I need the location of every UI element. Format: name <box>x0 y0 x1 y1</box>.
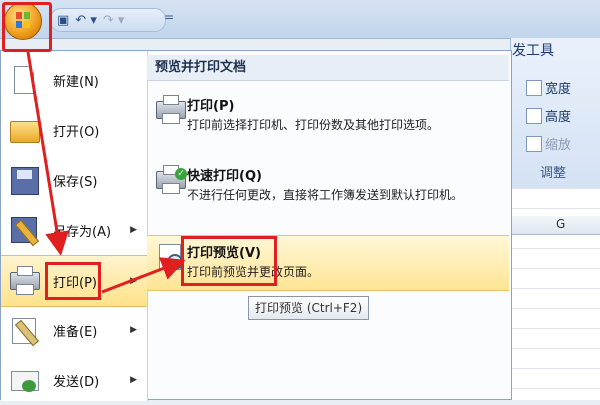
office-button-highlight <box>2 2 52 52</box>
menu-item-print[interactable]: 打印(P) ▶ <box>1 255 147 307</box>
customize-qat-button[interactable]: = <box>164 10 174 24</box>
menu-item-label: 另存为(A) <box>53 224 112 240</box>
option-title: 打印(P) <box>187 99 235 114</box>
scale-icon <box>526 135 542 152</box>
menu-left-column: 新建(N) 打开(O) 保存(S) 另存为(A) ▶ 打印(P) ▶ 准备(E)… <box>1 51 148 401</box>
height-command[interactable]: 高度 <box>526 106 571 125</box>
quick-print-icon: ✓ <box>156 165 187 194</box>
menu-item-prepare[interactable]: 准备(E) ▶ <box>1 305 147 355</box>
menu-item-label: 保存(S) <box>53 174 98 190</box>
menu-item-label: 发送(D) <box>53 374 100 390</box>
office-menu: 新建(N) 打开(O) 保存(S) 另存为(A) ▶ 打印(P) ▶ 准备(E)… <box>0 50 512 401</box>
menu-item-save[interactable]: 保存(S) <box>1 155 147 205</box>
height-icon <box>526 107 542 124</box>
submenu-header: 预览并打印文档 <box>147 55 509 81</box>
ribbon-group-label: 调整 <box>540 166 567 181</box>
submenu-arrow-icon: ▶ <box>130 325 137 335</box>
column-header-label: G <box>556 217 566 231</box>
width-icon <box>526 79 542 96</box>
menu-item-open[interactable]: 打开(O) <box>1 105 147 155</box>
save-icon[interactable]: ▣ <box>57 13 69 28</box>
option-quick-print[interactable]: ✓ 快速打印(Q) 不进行任何更改，直接将工作簿发送到默认打印机。 <box>147 159 509 229</box>
redo-button[interactable]: ↷ ▾ <box>103 13 125 28</box>
width-command[interactable]: 宽度 <box>526 78 571 97</box>
menu-item-label: 新建(N) <box>53 74 99 90</box>
ribbon-tab-developer[interactable]: 发工具 <box>512 40 554 60</box>
menu-right-column: 预览并打印文档 打印(P) 打印前选择打印机、打印份数及其他打印选项。 ✓ 快速… <box>147 51 511 401</box>
print-highlight-box <box>45 262 101 300</box>
printer-icon <box>10 266 40 295</box>
menu-item-send[interactable]: 发送(D) ▶ <box>1 355 147 405</box>
option-print[interactable]: 打印(P) 打印前选择打印机、打印份数及其他打印选项。 <box>147 89 509 155</box>
printer-icon <box>156 95 186 124</box>
print-preview-tooltip: 打印预览 (Ctrl+F2) <box>248 296 370 320</box>
quick-access-toolbar: ▣ ↶ ▾ ↷ ▾ <box>50 8 166 32</box>
send-icon <box>11 371 39 392</box>
print-preview-highlight-box <box>181 236 277 286</box>
option-print-preview[interactable]: 打印预览(V) 打印前预览并更改页面。 <box>147 235 509 291</box>
option-description: 打印前选择打印机、打印份数及其他打印选项。 <box>187 118 440 132</box>
menu-item-label: 打开(O) <box>53 124 100 140</box>
new-document-icon <box>14 66 34 94</box>
save-disk-icon <box>11 167 39 195</box>
menu-item-new[interactable]: 新建(N) <box>1 55 147 105</box>
submenu-arrow-icon: ▶ <box>130 225 137 235</box>
scale-command[interactable]: 缩放 <box>526 134 571 153</box>
submenu-arrow-icon: ▶ <box>130 276 137 286</box>
undo-button[interactable]: ↶ ▾ <box>75 13 97 28</box>
menu-item-label: 准备(E) <box>53 324 98 340</box>
menu-item-save-as[interactable]: 另存为(A) ▶ <box>1 205 147 255</box>
column-header[interactable]: G <box>510 216 600 235</box>
option-title: 快速打印(Q) <box>187 169 262 184</box>
open-folder-icon <box>10 121 40 143</box>
submenu-arrow-icon: ▶ <box>130 375 137 385</box>
option-description: 不进行任何更改，直接将工作簿发送到默认打印机。 <box>187 188 464 202</box>
